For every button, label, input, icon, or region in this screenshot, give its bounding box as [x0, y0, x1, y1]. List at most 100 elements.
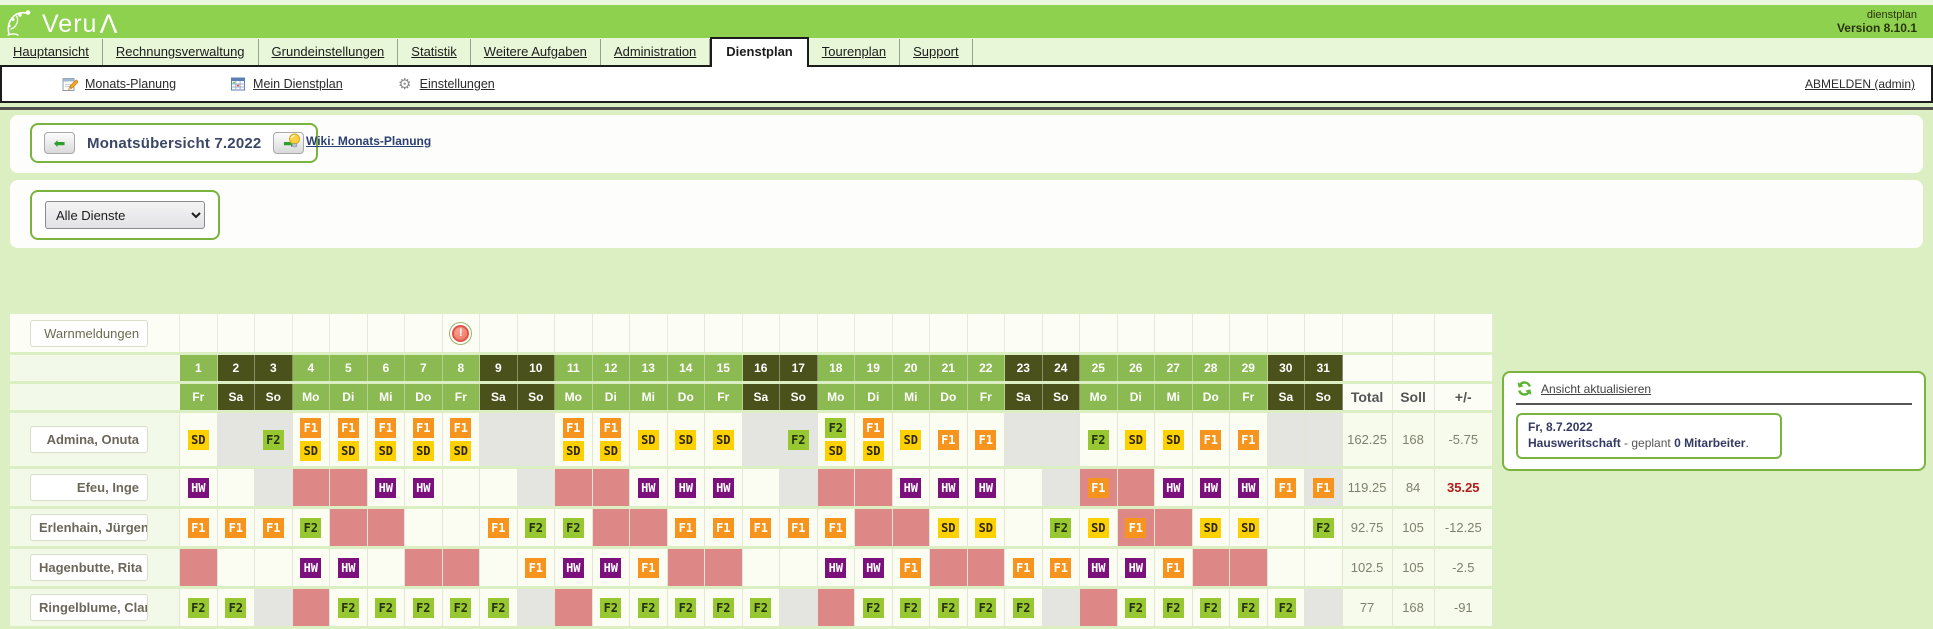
shift-cell-day-10[interactable]: F1 [518, 549, 556, 586]
shift-cell-day-9[interactable]: F1 [480, 509, 518, 546]
shift-cell-day-17[interactable] [780, 549, 818, 586]
shift-cell-day-29[interactable]: F2 [1230, 589, 1268, 626]
shift-cell-day-20[interactable]: F2 [893, 589, 931, 626]
shift-cell-day-18[interactable] [818, 469, 856, 506]
shift-cell-day-18[interactable]: F2SD [818, 413, 856, 466]
service-filter-select[interactable]: Alle Dienste [45, 201, 205, 229]
shift-cell-day-1[interactable]: HW [180, 469, 218, 506]
shift-cell-day-27[interactable]: F2 [1155, 589, 1193, 626]
shift-cell-day-16[interactable] [743, 549, 781, 586]
shift-cell-day-31[interactable] [1305, 589, 1343, 626]
shift-cell-day-18[interactable] [818, 589, 856, 626]
tab-hauptansicht[interactable]: Hauptansicht [0, 39, 103, 65]
prev-month-button[interactable]: ⬅ [44, 132, 75, 154]
monats-planung-link[interactable]: Monats-Planung [62, 76, 176, 92]
shift-cell-day-25[interactable]: F1 [1080, 469, 1118, 506]
shift-cell-day-31[interactable] [1305, 413, 1343, 466]
shift-cell-day-11[interactable] [555, 469, 593, 506]
shift-cell-day-21[interactable]: HW [930, 469, 968, 506]
shift-cell-day-28[interactable]: F2 [1193, 589, 1231, 626]
shift-cell-day-6[interactable]: F2 [368, 589, 406, 626]
shift-cell-day-16[interactable]: F1 [743, 509, 781, 546]
shift-cell-day-27[interactable]: SD [1155, 413, 1193, 466]
shift-cell-day-12[interactable]: HW [593, 549, 631, 586]
shift-cell-day-24[interactable]: F2 [1043, 509, 1081, 546]
shift-cell-day-21[interactable]: SD [930, 509, 968, 546]
shift-cell-day-20[interactable]: F1 [893, 549, 931, 586]
shift-cell-day-5[interactable] [330, 469, 368, 506]
shift-cell-day-18[interactable]: F1 [818, 509, 856, 546]
warning-icon[interactable]: ! [449, 322, 472, 345]
shift-cell-day-4[interactable] [293, 469, 331, 506]
shift-cell-day-4[interactable]: F2 [293, 509, 331, 546]
shift-cell-day-27[interactable]: HW [1155, 469, 1193, 506]
shift-cell-day-14[interactable]: HW [668, 469, 706, 506]
shift-cell-day-31[interactable]: F2 [1305, 509, 1343, 546]
shift-cell-day-17[interactable]: F1 [780, 509, 818, 546]
shift-cell-day-16[interactable]: F2 [743, 589, 781, 626]
shift-cell-day-4[interactable] [293, 589, 331, 626]
shift-cell-day-20[interactable]: HW [893, 469, 931, 506]
shift-cell-day-12[interactable] [593, 469, 631, 506]
shift-cell-day-6[interactable] [368, 549, 406, 586]
shift-cell-day-13[interactable]: HW [630, 469, 668, 506]
shift-cell-day-25[interactable] [1080, 589, 1118, 626]
shift-cell-day-2[interactable] [218, 413, 256, 466]
shift-cell-day-16[interactable] [743, 469, 781, 506]
shift-cell-day-13[interactable]: SD [630, 413, 668, 466]
shift-cell-day-23[interactable]: F2 [1005, 589, 1043, 626]
shift-cell-day-7[interactable]: F2 [405, 589, 443, 626]
shift-cell-day-15[interactable] [705, 549, 743, 586]
shift-cell-day-28[interactable] [1193, 549, 1231, 586]
shift-cell-day-3[interactable] [255, 589, 293, 626]
shift-cell-day-19[interactable]: HW [855, 549, 893, 586]
shift-cell-day-22[interactable]: HW [968, 469, 1006, 506]
shift-cell-day-24[interactable] [1043, 589, 1081, 626]
shift-cell-day-22[interactable] [968, 549, 1006, 586]
shift-cell-day-12[interactable]: F2 [593, 589, 631, 626]
shift-cell-day-17[interactable]: F2 [780, 413, 818, 466]
shift-cell-day-23[interactable] [1005, 469, 1043, 506]
shift-cell-day-3[interactable] [255, 469, 293, 506]
shift-cell-day-24[interactable] [1043, 469, 1081, 506]
shift-cell-day-19[interactable] [855, 509, 893, 546]
shift-cell-day-21[interactable]: F1 [930, 413, 968, 466]
shift-cell-day-29[interactable]: HW [1230, 469, 1268, 506]
shift-cell-day-20[interactable]: SD [893, 413, 931, 466]
shift-cell-day-21[interactable] [930, 549, 968, 586]
shift-cell-day-9[interactable]: F2 [480, 589, 518, 626]
shift-cell-day-1[interactable] [180, 549, 218, 586]
shift-cell-day-23[interactable] [1005, 413, 1043, 466]
shift-cell-day-9[interactable] [480, 469, 518, 506]
shift-cell-day-8[interactable]: F1SD [443, 413, 481, 466]
shift-cell-day-30[interactable] [1268, 549, 1306, 586]
shift-cell-day-11[interactable]: HW [555, 549, 593, 586]
shift-cell-day-12[interactable] [593, 509, 631, 546]
shift-cell-day-15[interactable]: SD [705, 413, 743, 466]
tab-weitere-aufgaben[interactable]: Weitere Aufgaben [471, 39, 601, 65]
shift-cell-day-25[interactable]: F2 [1080, 413, 1118, 466]
mein-dienstplan-link[interactable]: Mein Dienstplan [230, 76, 343, 92]
shift-cell-day-17[interactable] [780, 589, 818, 626]
shift-cell-day-24[interactable]: F1 [1043, 549, 1081, 586]
tab-rechnungsverwaltung[interactable]: Rechnungsverwaltung [103, 39, 259, 65]
shift-cell-day-7[interactable]: HW [405, 469, 443, 506]
shift-cell-day-30[interactable]: F1 [1268, 469, 1306, 506]
shift-cell-day-5[interactable]: F1SD [330, 413, 368, 466]
shift-cell-day-24[interactable] [1043, 413, 1081, 466]
tab-administration[interactable]: Administration [601, 39, 710, 65]
shift-cell-day-2[interactable]: F2 [218, 589, 256, 626]
shift-cell-day-26[interactable]: F2 [1118, 589, 1156, 626]
shift-cell-day-13[interactable]: F2 [630, 589, 668, 626]
shift-cell-day-21[interactable]: F2 [930, 589, 968, 626]
shift-cell-day-19[interactable]: F1SD [855, 413, 893, 466]
shift-cell-day-26[interactable]: HW [1118, 549, 1156, 586]
shift-cell-day-14[interactable]: SD [668, 413, 706, 466]
shift-cell-day-31[interactable] [1305, 549, 1343, 586]
shift-cell-day-14[interactable]: F1 [668, 509, 706, 546]
shift-cell-day-8[interactable] [443, 549, 481, 586]
shift-cell-day-8[interactable]: F2 [443, 589, 481, 626]
shift-cell-day-2[interactable]: F1 [218, 509, 256, 546]
shift-cell-day-10[interactable] [518, 413, 556, 466]
shift-cell-day-4[interactable]: F1SD [293, 413, 331, 466]
